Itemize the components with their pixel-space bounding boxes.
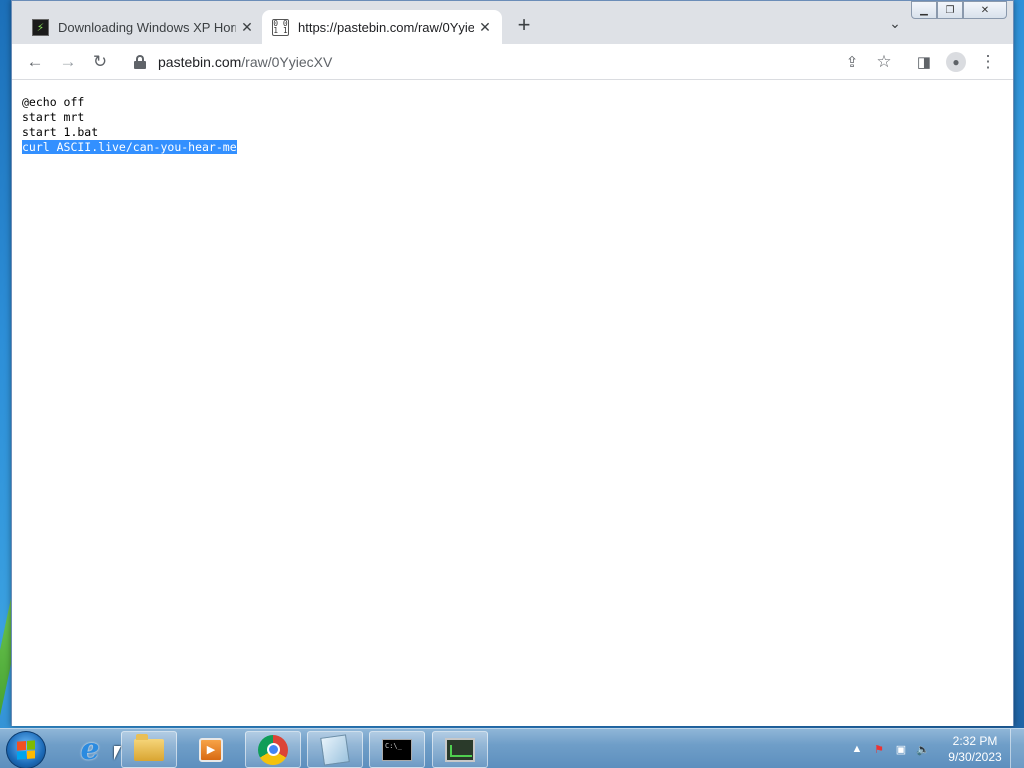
new-tab-button[interactable]: +: [512, 14, 536, 38]
clock-time: 2:32 PM: [952, 734, 998, 748]
url-path: /raw/0YyiecXV: [241, 54, 333, 70]
bookmark-star-icon[interactable]: ☆: [871, 49, 897, 75]
taskbar-chrome[interactable]: [245, 731, 301, 768]
raw-paste-text: @echo off start mrt start 1.bat curl ASC…: [22, 95, 1013, 155]
back-arrow-icon[interactable]: ←: [22, 49, 48, 75]
selected-paste-line[interactable]: curl ASCII.live/can-you-hear-me: [22, 140, 237, 154]
lock-icon[interactable]: [134, 55, 146, 69]
maximize-button[interactable]: ❐: [937, 1, 963, 19]
windows-logo-icon: [17, 740, 35, 760]
tab-pastebin-raw[interactable]: 0 01 1 https://pastebin.com/raw/0Yyiec ✕: [262, 10, 502, 44]
system-tray: ▲ ⚑ ▣ 🔈 2:32 PM 9/30/2023: [846, 729, 1024, 768]
tab-title: Downloading Windows XP Horro: [58, 19, 236, 35]
show-desktop-button[interactable]: [1010, 729, 1024, 768]
share-icon[interactable]: ⇪: [839, 49, 865, 75]
command-prompt-icon: C:\_: [382, 738, 412, 761]
side-panel-icon[interactable]: ◨: [911, 49, 937, 75]
action-center-flag-icon[interactable]: ⚑: [868, 739, 890, 759]
notepad-icon: [320, 733, 350, 766]
taskbar: e ▶ C:\_ ▲ ⚑ ▣ 🔈 2:32 PM 9/30/2023: [0, 728, 1024, 768]
paste-line: @echo off: [22, 95, 85, 109]
volume-muted-icon[interactable]: 🔈: [912, 739, 934, 759]
taskbar-media-player[interactable]: ▶: [183, 731, 239, 768]
taskbar-file-explorer[interactable]: [121, 731, 177, 768]
media-player-icon: ▶: [199, 737, 223, 762]
internet-explorer-icon: e: [80, 731, 100, 767]
show-hidden-icons-arrow-icon[interactable]: ▲: [846, 739, 868, 759]
browser-toolbar: ← → ↻ pastebin.com/raw/0YyiecXV ⇪ ☆ ◨ ● …: [12, 44, 1013, 80]
profile-avatar-icon[interactable]: ●: [943, 49, 969, 75]
browser-window: ⚡ Downloading Windows XP Horro ✕ 0 01 1 …: [11, 0, 1014, 726]
address-bar[interactable]: pastebin.com/raw/0YyiecXV: [124, 48, 844, 76]
close-window-button[interactable]: ✕: [963, 1, 1007, 19]
chrome-icon: [258, 734, 288, 765]
pastebin-favicon-icon: 0 01 1: [272, 18, 289, 36]
network-icon[interactable]: ▣: [890, 739, 912, 759]
page-content: @echo off start mrt start 1.bat curl ASC…: [12, 81, 1013, 726]
start-button[interactable]: [6, 731, 46, 768]
forward-arrow-icon[interactable]: →: [55, 49, 81, 75]
tab-downloading-xp-horror[interactable]: ⚡ Downloading Windows XP Horro ✕: [22, 10, 264, 44]
paste-line: start 1.bat: [22, 125, 99, 139]
taskbar-notepad[interactable]: [307, 731, 363, 768]
clock[interactable]: 2:32 PM 9/30/2023: [940, 733, 1010, 765]
url-text[interactable]: pastebin.com/raw/0YyiecXV: [158, 54, 332, 70]
network-monitor-icon: [445, 737, 475, 762]
tab-strip: ⚡ Downloading Windows XP Horro ✕ 0 01 1 …: [12, 1, 1013, 44]
mouse-cursor-icon: [114, 746, 121, 760]
taskbar-internet-explorer[interactable]: e: [62, 731, 118, 768]
tab-title: https://pastebin.com/raw/0Yyiec: [298, 19, 474, 35]
xp-horror-favicon-icon: ⚡: [32, 18, 49, 36]
tab-close-icon[interactable]: ✕: [236, 16, 258, 38]
tab-close-icon[interactable]: ✕: [474, 16, 496, 38]
paste-line: start mrt: [22, 110, 85, 124]
clock-date: 9/30/2023: [948, 750, 1002, 764]
more-menu-icon[interactable]: ⋮: [975, 49, 1001, 75]
url-domain: pastebin.com: [158, 54, 242, 70]
taskbar-command-prompt[interactable]: C:\_: [369, 731, 425, 768]
taskbar-network-monitor[interactable]: [432, 731, 488, 768]
folder-icon: [134, 733, 164, 761]
tab-search-chevron-icon[interactable]: ⌄: [884, 15, 906, 37]
reload-icon[interactable]: ↻: [87, 49, 113, 75]
window-controls: ▁ ❐ ✕: [911, 1, 1007, 19]
minimize-button[interactable]: ▁: [911, 1, 937, 19]
